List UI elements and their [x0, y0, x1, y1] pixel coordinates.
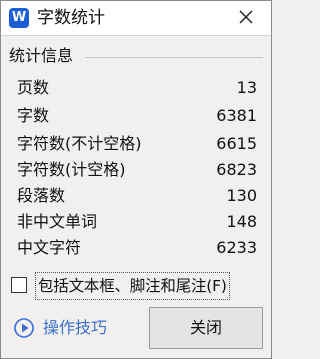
- stat-label: 字符数(不计空格): [17, 134, 142, 153]
- operation-tips-label[interactable]: 操作技巧: [43, 314, 107, 342]
- stat-value: 148: [226, 212, 257, 231]
- stat-row-chars-no-spaces: 字符数(不计空格) 6615: [17, 130, 257, 157]
- close-button-label: 关闭: [189, 318, 222, 337]
- include-textboxes-checkbox[interactable]: [11, 277, 27, 293]
- word-count-dialog: W 字数统计 统计信息 页数 13 字数 6381 字符数(不计空格) 6615…: [0, 0, 272, 359]
- stat-label: 字符数(计空格): [17, 160, 126, 179]
- stat-label: 非中文单词: [17, 212, 98, 231]
- title-bar: W 字数统计: [1, 1, 271, 36]
- stat-label: 中文字符: [17, 238, 82, 257]
- stat-label: 页数: [17, 78, 50, 97]
- section-divider: [85, 57, 263, 58]
- dialog-title: 字数统计: [37, 8, 105, 28]
- stat-value: 6615: [216, 134, 257, 153]
- stat-row-pages: 页数 13: [17, 74, 257, 101]
- stat-value: 6233: [216, 238, 257, 257]
- app-icon-letter: W: [11, 10, 27, 25]
- stat-value: 6381: [216, 106, 257, 125]
- stat-row-chars-with-spaces: 字符数(计空格) 6823: [17, 156, 257, 183]
- stat-value: 6823: [216, 160, 257, 179]
- stat-label: 段落数: [17, 186, 66, 205]
- stat-row-paragraphs: 段落数 130: [17, 182, 257, 209]
- stat-value: 13: [236, 78, 257, 97]
- stat-label: 字数: [17, 106, 50, 125]
- stat-row-non-chinese-words: 非中文单词 148: [17, 208, 257, 235]
- stat-row-words: 字数 6381: [17, 102, 257, 129]
- close-button[interactable]: 关闭: [149, 307, 263, 349]
- stat-row-chinese-chars: 中文字符 6233: [17, 234, 257, 261]
- stat-value: 130: [226, 186, 257, 205]
- close-icon[interactable]: [233, 6, 259, 30]
- statistics-section-title: 统计信息: [9, 46, 74, 65]
- wps-writer-app-icon: W: [9, 8, 29, 28]
- include-textboxes-option[interactable]: 包括文本框、脚注和尾注(F): [9, 272, 263, 300]
- play-circle-icon: [13, 317, 35, 339]
- include-textboxes-label[interactable]: 包括文本框、脚注和尾注(F): [35, 272, 230, 300]
